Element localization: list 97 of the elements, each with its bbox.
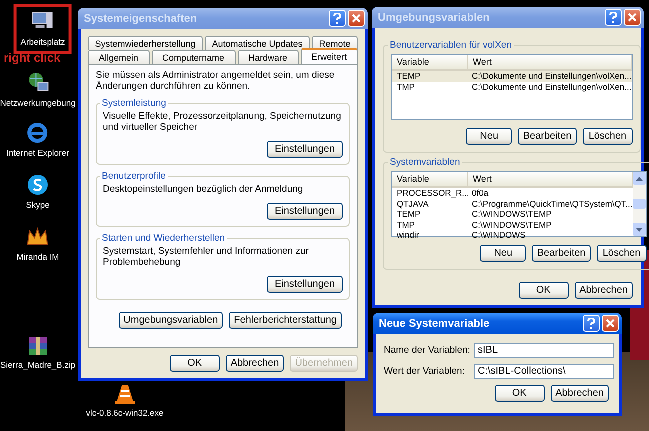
list-row[interactable]: PROCESSOR_R... 0f0a (392, 188, 633, 198)
scroll-thumb[interactable] (632, 199, 646, 209)
column-header[interactable]: Variable (392, 172, 468, 186)
input-field[interactable]: C:\sIBL-Collections\ (474, 364, 614, 379)
icon-label: vlc-0.8.6c-win32.exe (86, 408, 164, 419)
dialog-button[interactable]: Fehlerberichterstattung (229, 312, 342, 329)
browser-e-icon (26, 121, 50, 145)
help-button[interactable] (329, 10, 346, 27)
window-title: Systemeigenschaften (84, 12, 198, 24)
desktop-icon[interactable]: Internet Explorer (6, 118, 70, 162)
icon-label: Miranda IM (16, 252, 60, 263)
list-row[interactable]: TMP C:\Dokumente und Einstellungen\volXen... (392, 82, 632, 92)
variable-name: TEMP (396, 71, 422, 82)
tab[interactable]: Erweitert (300, 48, 358, 64)
group-title: Starten und Wiederherstellen (101, 233, 226, 244)
dialog-button[interactable]: Abbrechen (226, 355, 284, 372)
tab[interactable]: Automatische Updates (205, 36, 310, 50)
list-button[interactable]: Neu (466, 128, 512, 145)
variable-value: C:\WINDOWS (471, 230, 527, 240)
variable-name: PROCESSOR_R... (396, 188, 467, 198)
desktop-icon[interactable]: Sierra_Madre_B.zip (0, 332, 76, 374)
close-button[interactable] (602, 315, 619, 332)
desktop-icon[interactable]: Miranda IM (16, 224, 60, 266)
list-button[interactable]: Löschen (582, 128, 633, 145)
column-header[interactable]: Variable (392, 55, 468, 69)
variable-value: C:\WINDOWS\TEMP (471, 209, 553, 220)
group-title: Systemleistung (101, 98, 168, 109)
variable-value: C:\Programme\QuickTime\QTSystem\QT... (471, 198, 633, 209)
variable-value: 0f0a (471, 188, 490, 198)
window-title: Neue Systemvariable (379, 318, 491, 330)
down-arrow-icon (636, 228, 643, 232)
list-row[interactable]: TEMP C:\Dokumente und Einstellungen\volXen... (392, 71, 632, 82)
settings-button[interactable]: Einstellungen (267, 203, 343, 220)
group-description: Visuelle Effekte, Prozessorzeitplanung, Speichernutzung und virtueller Speicher (103, 111, 342, 133)
chat-s-icon (26, 173, 50, 197)
dialog-button[interactable]: Abbrechen (574, 282, 633, 299)
dialog-button[interactable]: Umgebungsvariablen (118, 312, 224, 329)
column-header[interactable]: Wert (468, 55, 632, 69)
variable-name: TMP (396, 82, 416, 92)
list-row[interactable]: TMP C:\WINDOWS\TEMP (392, 220, 633, 230)
icon-label: Sierra_Madre_B.zip (0, 360, 76, 371)
help-icon (609, 12, 618, 23)
field-label: Name der Variablen: (384, 344, 468, 356)
window-title: Umgebungsvariablen (378, 12, 491, 24)
tab[interactable]: Computername (152, 50, 236, 64)
close-icon (352, 14, 361, 23)
up-arrow-icon (636, 176, 643, 180)
annotation-text: right click (4, 51, 61, 65)
group-description: Systemstart, Systemfehler und Informationen zur Problembehebung (103, 246, 310, 268)
list-row[interactable]: windir C:\WINDOWS (392, 230, 633, 240)
dialog-button[interactable]: OK (518, 282, 569, 299)
desktop-icon[interactable]: Skype (26, 170, 50, 214)
list-button[interactable]: Neu (480, 245, 526, 262)
settings-button[interactable]: Einstellungen (267, 141, 343, 158)
list-button[interactable]: Löschen (596, 245, 647, 262)
icon-label: Arbeitsplatz (20, 37, 66, 48)
field-label: Wert der Variablen: (384, 366, 466, 378)
group-title: Systemvariablen (389, 157, 462, 168)
dialog-button[interactable]: Abbrechen (550, 385, 609, 402)
help-button[interactable] (583, 315, 600, 332)
icon-label: Skype (26, 200, 50, 211)
variable-value: C:\Dokumente und Einstellungen\volXen... (471, 82, 632, 92)
icon-label: Internet Explorer (6, 148, 70, 159)
help-icon (333, 13, 342, 24)
list-row[interactable]: QTJAVA C:\Programme\QuickTime\QTSystem\QT... (392, 198, 633, 209)
group-description: Desktopeinstellungen bezüglich der Anmeldung (103, 184, 304, 195)
desktop-icon[interactable]: Arbeitsplatz (14, 4, 72, 54)
close-button[interactable] (348, 10, 365, 27)
list-row[interactable]: TEMP C:\WINDOWS\TEMP (392, 209, 633, 220)
variable-value: C:\WINDOWS\TEMP (471, 220, 553, 230)
list-button[interactable]: Bearbeiten (532, 245, 591, 262)
tab[interactable]: Hardware (238, 50, 299, 64)
group-title: Benutzerprofile (101, 171, 167, 182)
help-button[interactable] (605, 9, 622, 26)
desktop-icon[interactable]: Netzwerkumgebung (0, 68, 76, 112)
help-icon (587, 318, 596, 329)
scrollbar[interactable] (632, 172, 646, 236)
dialog-button[interactable]: OK (170, 355, 220, 372)
input-field[interactable]: sIBL (474, 343, 614, 358)
close-icon (606, 319, 615, 328)
close-icon (628, 13, 637, 22)
variable-value: C:\Dokumente und Einstellungen\volXen... (471, 71, 632, 82)
info-text: Sie müssen als Administrator angemeldet sein, um diese Änderungen durchführen zu können. (96, 70, 336, 92)
variable-name: QTJAVA (396, 198, 430, 209)
list-button[interactable]: Bearbeiten (518, 128, 577, 145)
variable-name: TMP (396, 220, 416, 230)
group-title: Benutzervariablen für volXen (389, 40, 513, 51)
settings-button[interactable]: Einstellungen (267, 276, 343, 293)
close-button[interactable] (624, 9, 641, 26)
variable-name: TEMP (396, 209, 422, 220)
tab[interactable]: Allgemein (88, 50, 150, 64)
desktop-icon[interactable]: vlc-0.8.6c-win32.exe (86, 380, 164, 422)
variable-name: windir (396, 230, 420, 240)
dialog-button[interactable]: OK (494, 385, 545, 402)
icon-label: Netzwerkumgebung (0, 98, 76, 109)
traffic-cone-icon (114, 383, 136, 405)
tab[interactable]: Systemwiederherstellung (88, 36, 203, 50)
